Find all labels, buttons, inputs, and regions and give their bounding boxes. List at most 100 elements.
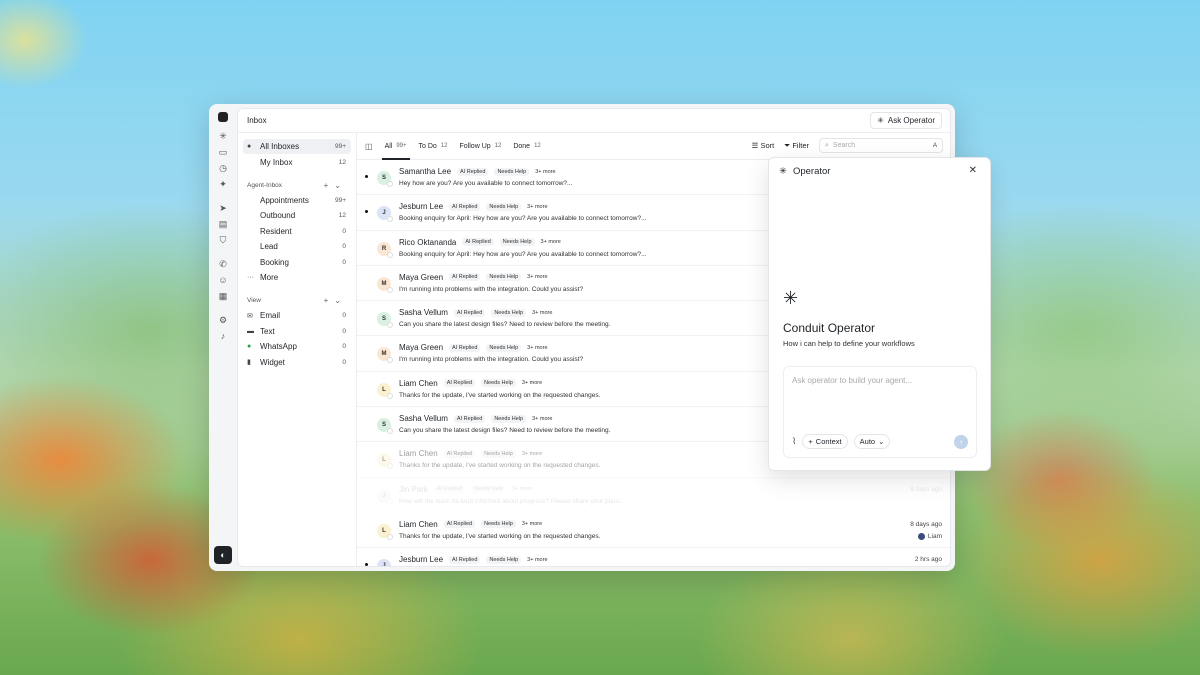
more-tags: 3+ more [521, 380, 543, 387]
sidebar-item-my-inbox[interactable]: My Inbox 12 [243, 155, 351, 170]
avatar: S [377, 312, 393, 329]
operator-controls: ⌇ + Context Auto ⌄ [792, 434, 891, 449]
avatar-initial: J [382, 563, 386, 567]
conversation-row[interactable]: L Liam Chen AI Replied Needs Help 3+ more Tha… [357, 513, 950, 549]
search-input[interactable]: ⌕ Search A [819, 138, 943, 153]
ai-replied-tag: AI Replied [443, 520, 476, 529]
tab-count: 12 [494, 143, 502, 149]
unread-dot [365, 210, 368, 214]
assignee-name: Liam [927, 532, 942, 540]
ai-replied-tag: AI Replied [449, 273, 481, 282]
shield-icon[interactable]: ⛉ [216, 233, 230, 247]
operator-panel: ✳ Operator ✕ ✳ Conduit Operator How i ca… [768, 157, 991, 471]
contact-name: Maya Green [399, 343, 444, 353]
sort-button[interactable]: ☰ Sort [752, 141, 775, 150]
clock-icon[interactable]: ◷ [216, 161, 230, 175]
conversation-header: Jesburn Lee AI Replied Needs Help 3+ more [399, 202, 548, 211]
message-preview: Thanks for the update, I've started work… [399, 462, 601, 470]
sidebar-item-text[interactable]: ▬ Text 0 [243, 324, 351, 339]
sparkle-icon[interactable]: ✦ [216, 177, 230, 191]
sidebar-item-label: WhatsApp [260, 342, 297, 351]
whatsapp-icon: ● [247, 343, 252, 350]
chart-icon[interactable]: ▤ [216, 217, 230, 231]
operator-logo-icon: ✳ [783, 288, 799, 308]
contact-name: Sasha Vellum [399, 414, 448, 424]
operator-header-label: Operator [792, 166, 831, 177]
message-preview: Hey how are you? Are you available to co… [399, 180, 573, 187]
context-button[interactable]: + Context [802, 434, 848, 449]
phone-icon[interactable]: ✆ [216, 257, 230, 271]
avatar: J [377, 206, 393, 223]
sidebar-item-count: 99+ [334, 196, 346, 204]
user-icon[interactable]: ☺ [216, 273, 230, 287]
avatar: M [377, 276, 393, 293]
sidebar-item-resident[interactable]: Resident 0 [243, 224, 351, 239]
conversation-header: Sasha Vellum AI Replied Needs Help 3+ more [399, 308, 552, 317]
message-preview: How will the team be kept informed about… [399, 497, 623, 505]
sidebar-item-whatsapp[interactable]: ● WhatsApp 0 [243, 339, 351, 354]
filter-icon: ⏷ [784, 140, 791, 150]
conversation-row[interactable]: J Jesburn Lee AI Replied Needs Help 3+ more 2… [357, 548, 950, 567]
tab-label: Done [513, 142, 531, 150]
sidebar-item-all-inboxes[interactable]: ● All Inboxes 99+ [243, 139, 351, 154]
ask-operator-button[interactable]: ✳ Ask Operator [870, 112, 942, 129]
channel-badge-icon [387, 463, 393, 470]
sidebar-item-label: Outbound [260, 211, 296, 220]
tabs-bar: ◫ All 99+ To Do 12 Follow Up 12 Done 12 ☰ So… [357, 133, 950, 160]
section-actions[interactable]: +⌄ [324, 296, 347, 305]
theme-toggle-button[interactable]: ◐ [214, 546, 232, 564]
sidebar-item-label: Email [260, 311, 281, 320]
close-icon[interactable]: ✕ [969, 165, 977, 176]
tab-label: All [384, 142, 393, 150]
conversation-header: Rico Oktananda AI Replied Needs Help 3+ mor… [399, 238, 561, 247]
timestamp: 8 days ago [910, 520, 942, 528]
sidebar-item-appointments[interactable]: Appointments 99+ [243, 193, 351, 208]
send-button[interactable]: ↑ [954, 435, 968, 449]
more-tags: 3+ more [512, 486, 533, 493]
inbox-icon[interactable]: ▭ [216, 145, 230, 159]
message-preview: Thanks for the update, I've started work… [399, 391, 601, 399]
inbox-sidebar: ● All Inboxes 99+ My Inbox 12 Agent-Inbo… [238, 133, 357, 566]
sidebar-toggle-icon[interactable]: ◫ [365, 142, 373, 151]
chat-icon: ● [247, 143, 252, 150]
timestamp: 2 hrs ago [914, 556, 942, 564]
avatar-initial: S [381, 175, 386, 181]
avatar: R [377, 241, 393, 258]
contact-name: Jesburn Lee [399, 202, 444, 212]
needs-help-tag: Needs Help [486, 343, 522, 352]
sidebar-item-more[interactable]: ··· More [243, 270, 351, 285]
operator-prompt-input[interactable] [792, 376, 968, 385]
attach-icon[interactable]: ⌇ [792, 436, 796, 447]
needs-help-tag: Needs Help [486, 555, 522, 564]
tab-to-do[interactable]: To Do 12 [419, 133, 448, 160]
avatar-initial: M [381, 351, 387, 358]
ask-operator-label: Ask Operator [887, 116, 935, 125]
message-preview: I'm running into problems with the integ… [399, 356, 584, 364]
tab-follow-up[interactable]: Follow Up 12 [460, 133, 502, 160]
view-section: View +⌄ [243, 293, 351, 308]
calendar-icon[interactable]: ▦ [216, 289, 230, 303]
section-actions[interactable]: +⌄ [324, 181, 347, 190]
avatar-initial: L [382, 527, 386, 534]
mode-select[interactable]: Auto ⌄ [853, 434, 891, 449]
conversation-header: Maya Green AI Replied Needs Help 3+ more [399, 343, 548, 352]
ai-replied-tag: AI Replied [449, 343, 481, 352]
settings-icon[interactable]: ⚙ [216, 313, 230, 327]
sidebar-item-count: 0 [342, 312, 346, 319]
sidebar-item-booking[interactable]: Booking 0 [243, 255, 351, 270]
operator-icon[interactable]: ✳ [216, 129, 230, 143]
filter-button[interactable]: ⏷ Filter [784, 141, 809, 151]
conversation-header: Maya Green AI Replied Needs Help 3+ more [399, 273, 548, 282]
sidebar-item-label: Appointments [260, 195, 309, 205]
sidebar-item-count: 0 [342, 243, 346, 250]
sidebar-item-outbound[interactable]: Outbound 12 [243, 208, 351, 223]
send-icon[interactable]: ➤ [216, 201, 230, 215]
conversation-row[interactable]: J Jin Park AI Replied Needs Help 3+ more How … [357, 478, 950, 513]
sidebar-item-lead[interactable]: Lead 0 [243, 239, 351, 254]
sidebar-item-widget[interactable]: ▮ Widget 0 [243, 355, 351, 370]
bell-icon[interactable]: ♪ [216, 329, 230, 343]
tab-done[interactable]: Done 12 [513, 133, 540, 160]
sidebar-item-email[interactable]: ✉ Email 0 [243, 308, 351, 323]
tab-all[interactable]: All 99+ [381, 133, 410, 160]
more-tags: 3+ more [527, 274, 548, 281]
